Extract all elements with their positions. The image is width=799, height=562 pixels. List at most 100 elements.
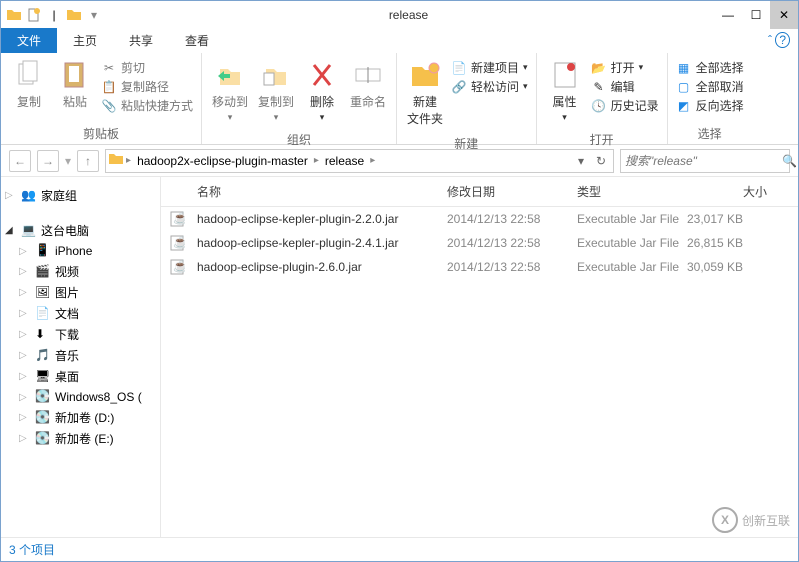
nav-item[interactable]: ▷🎬视频: [5, 261, 156, 282]
nav-item[interactable]: ▷💽Windows8_OS (: [5, 387, 156, 407]
nav-item[interactable]: ▷💽新加卷 (D:): [5, 407, 156, 428]
maximize-button[interactable]: ☐: [742, 1, 770, 29]
watermark-logo-icon: X: [712, 507, 738, 533]
search-box[interactable]: 🔍: [620, 149, 790, 173]
search-icon[interactable]: 🔍: [782, 154, 797, 168]
window-title: release: [103, 8, 714, 22]
invert-selection-button[interactable]: ◩反向选择: [676, 97, 744, 114]
chevron-right-icon[interactable]: ▸: [368, 155, 377, 166]
file-row[interactable]: ☕ hadoop-eclipse-kepler-plugin-2.2.0.jar…: [161, 207, 798, 231]
breadcrumb-segment[interactable]: release: [321, 154, 368, 168]
address-dropdown-icon[interactable]: ▾: [571, 154, 591, 168]
copy-button[interactable]: 复制: [7, 57, 51, 112]
expand-icon[interactable]: ▷: [5, 190, 17, 201]
expand-icon[interactable]: ▷: [19, 329, 31, 340]
documents-icon: 📄: [35, 306, 51, 322]
properties-button[interactable]: 属性▾: [543, 57, 587, 125]
expand-icon[interactable]: ▷: [19, 287, 31, 298]
group-clipboard: 复制 粘贴 ✂剪切 📋复制路径 📎粘贴快捷方式 剪贴板: [1, 53, 202, 144]
nav-item[interactable]: ▷🖼图片: [5, 282, 156, 303]
recent-dropdown-icon[interactable]: ▾: [65, 154, 71, 168]
col-type[interactable]: 类型: [577, 183, 687, 200]
edit-button[interactable]: ✎编辑: [591, 78, 659, 95]
folder-icon: [5, 6, 23, 24]
item-count: 3 个项目: [9, 541, 55, 558]
rename-button[interactable]: 重命名: [346, 57, 390, 112]
expand-icon[interactable]: ▷: [19, 308, 31, 319]
nav-item[interactable]: ▷⬇下载: [5, 324, 156, 345]
help-icon[interactable]: ?: [775, 32, 790, 48]
paste-button[interactable]: 粘贴: [53, 57, 97, 112]
history-button[interactable]: 🕓历史记录: [591, 97, 659, 114]
forward-button[interactable]: →: [37, 150, 59, 172]
file-row[interactable]: ☕ hadoop-eclipse-kepler-plugin-2.4.1.jar…: [161, 231, 798, 255]
edit-icon: ✎: [591, 79, 607, 95]
nav-item[interactable]: ▷📱iPhone: [5, 241, 156, 261]
new-folder-icon: [409, 59, 441, 91]
nav-item[interactable]: ▷🎵音乐: [5, 345, 156, 366]
refresh-icon[interactable]: ↻: [591, 154, 611, 168]
expand-icon[interactable]: ▷: [19, 246, 31, 257]
file-name: hadoop-eclipse-kepler-plugin-2.4.1.jar: [197, 235, 447, 251]
qat-dropdown-icon[interactable]: ▾: [85, 6, 103, 24]
col-size[interactable]: 大小: [687, 183, 777, 200]
new-folder-button[interactable]: 新建 文件夹: [403, 57, 447, 129]
minimize-button[interactable]: —: [714, 1, 742, 29]
select-none-button[interactable]: ▢全部取消: [676, 78, 744, 95]
file-list: 名称 修改日期 类型 大小 ☕ hadoop-eclipse-kepler-pl…: [161, 177, 798, 537]
collapse-ribbon-icon[interactable]: ˆ ?: [768, 33, 790, 47]
tab-file[interactable]: 文件: [1, 28, 57, 53]
col-date[interactable]: 修改日期: [447, 183, 577, 200]
select-all-icon: ▦: [676, 60, 692, 76]
expand-icon[interactable]: ▷: [19, 433, 31, 444]
paste-shortcut-button[interactable]: 📎粘贴快捷方式: [101, 97, 193, 114]
file-name: hadoop-eclipse-plugin-2.6.0.jar: [197, 259, 447, 275]
expand-icon[interactable]: ▷: [19, 412, 31, 423]
expand-icon[interactable]: ▷: [19, 392, 31, 403]
col-name[interactable]: 名称: [197, 183, 447, 200]
group-label-organize: 组织: [202, 129, 396, 150]
nav-homegroup[interactable]: ▷👥家庭组: [5, 185, 156, 206]
close-button[interactable]: ✕: [770, 1, 798, 29]
tab-home[interactable]: 主页: [57, 28, 113, 53]
nav-item[interactable]: ▷📄文档: [5, 303, 156, 324]
nav-thispc[interactable]: ◢💻这台电脑: [5, 220, 156, 241]
delete-icon: [306, 59, 338, 91]
nav-item[interactable]: ▷🖥桌面: [5, 366, 156, 387]
cut-button[interactable]: ✂剪切: [101, 59, 193, 76]
copyto-button[interactable]: 复制到▾: [254, 57, 298, 125]
up-button[interactable]: ↑: [77, 150, 99, 172]
collapse-icon[interactable]: ◢: [5, 225, 17, 236]
breadcrumb-segment[interactable]: hadoop2x-eclipse-plugin-master: [133, 154, 312, 168]
chevron-right-icon[interactable]: ▸: [312, 155, 321, 166]
group-label-select: 选择: [668, 123, 752, 144]
expand-icon[interactable]: ▷: [19, 350, 31, 361]
expand-icon[interactable]: ▷: [19, 371, 31, 382]
file-date: 2014/12/13 22:58: [447, 211, 577, 227]
file-name: hadoop-eclipse-kepler-plugin-2.2.0.jar: [197, 211, 447, 227]
nav-item[interactable]: ▷💽新加卷 (E:): [5, 428, 156, 449]
open-button[interactable]: 📂打开 ▾: [591, 59, 659, 76]
ribbon-tabs: 文件 主页 共享 查看 ˆ ?: [1, 29, 798, 53]
new-item-button[interactable]: 📄新建项目 ▾: [451, 59, 528, 76]
paste-icon: [59, 59, 91, 91]
copy-path-button[interactable]: 📋复制路径: [101, 78, 193, 95]
group-label-clipboard: 剪贴板: [1, 123, 201, 144]
group-select: ▦全部选择 ▢全部取消 ◩反向选择 选择: [668, 53, 752, 144]
address-bar[interactable]: ▸ hadoop2x-eclipse-plugin-master ▸ relea…: [105, 149, 614, 173]
svg-text:☕: ☕: [173, 259, 185, 273]
back-button[interactable]: ←: [9, 150, 31, 172]
file-row[interactable]: ☕ hadoop-eclipse-plugin-2.6.0.jar 2014/1…: [161, 255, 798, 279]
search-input[interactable]: [625, 154, 782, 168]
delete-button[interactable]: 删除▾: [300, 57, 344, 125]
tab-share[interactable]: 共享: [113, 28, 169, 53]
expand-icon[interactable]: ▷: [19, 266, 31, 277]
select-all-button[interactable]: ▦全部选择: [676, 59, 744, 76]
moveto-icon: [214, 59, 246, 91]
chevron-right-icon[interactable]: ▸: [124, 155, 133, 166]
moveto-button[interactable]: 移动到▾: [208, 57, 252, 125]
tab-view[interactable]: 查看: [169, 28, 225, 53]
open-icon: 📂: [591, 60, 607, 76]
easy-access-button[interactable]: 🔗轻松访问 ▾: [451, 78, 528, 95]
new-file-icon[interactable]: [25, 6, 43, 24]
